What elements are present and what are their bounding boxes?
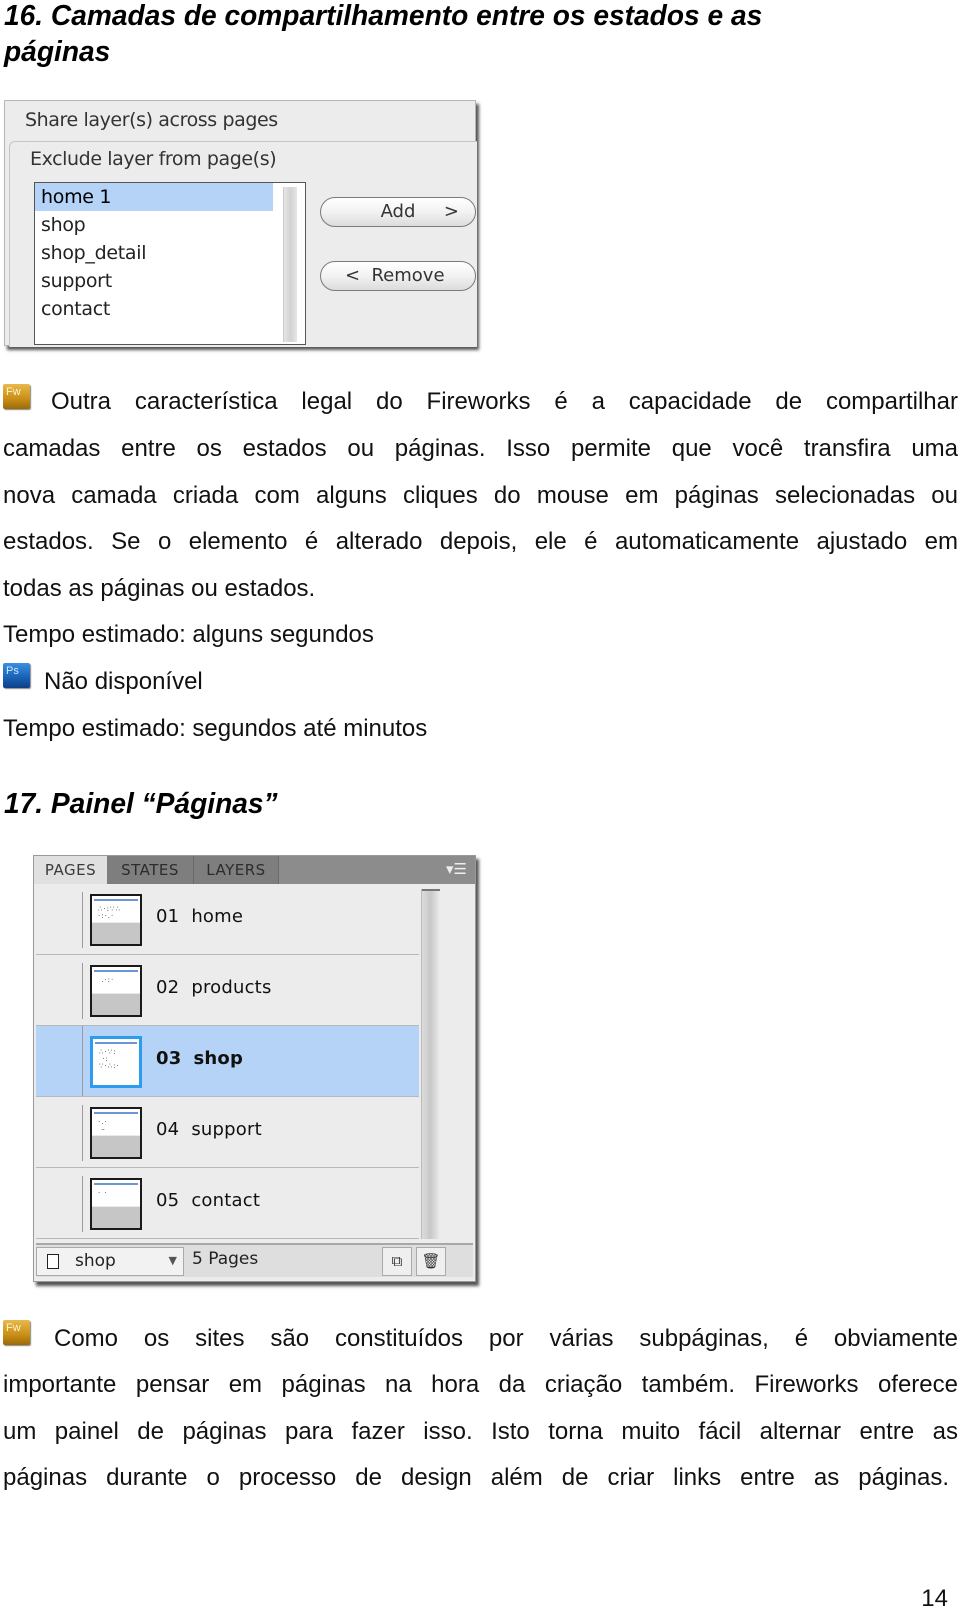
- new-page-button[interactable]: ⧉: [382, 1247, 412, 1276]
- add-button[interactable]: Add >: [320, 197, 476, 227]
- exclude-layer-group: Exclude layer from page(s) home 1 shop s…: [9, 141, 477, 347]
- chevron-down-icon: ▼: [168, 1254, 177, 1267]
- paragraph-16-line-1: Outra característica legal do Fireworks …: [51, 388, 958, 415]
- page-row-shop[interactable]: ∴·∵: ·: ∵·∴:· 03 shop: [36, 1026, 419, 1097]
- page-row-home[interactable]: ∴·:∵∴ ·:·.· 01 home: [36, 884, 419, 955]
- pages-panel: PAGES STATES LAYERS ▾☰ ∴·:∵∴ ·:·.· 01 home…: [33, 855, 476, 1282]
- delete-page-button[interactable]: 🗑: [416, 1247, 446, 1276]
- section-16-heading-line-2: páginas: [4, 36, 111, 68]
- listbox-scrollbar[interactable]: [283, 187, 297, 342]
- fireworks-time-estimate: Tempo estimado: alguns segundos: [3, 621, 374, 648]
- paragraph-17-line-4: páginas durante o processo de design alé…: [3, 1464, 949, 1491]
- listbox-item-shop[interactable]: shop: [35, 211, 273, 239]
- share-layers-title[interactable]: Share layer(s) across pages: [25, 109, 278, 131]
- page-row-label: 03 shop: [156, 1048, 244, 1069]
- page-thumbnail-icon: .·:·: [90, 965, 142, 1017]
- paragraph-17-line-1: Como os sites são constituídos por vária…: [54, 1325, 958, 1352]
- section-17-heading: 17. Painel “Páginas”: [4, 788, 278, 820]
- paragraph-17-line-2: importante pensar em páginas na hora da …: [3, 1371, 958, 1398]
- page-row-contact[interactable]: · · 05 contact: [36, 1168, 419, 1239]
- listbox-item-support[interactable]: support: [35, 267, 273, 295]
- trash-icon: 🗑: [421, 1252, 441, 1270]
- paragraph-16-line-3: nova camada criada com alguns cliques do…: [3, 482, 958, 509]
- photoshop-icon: Ps: [3, 663, 30, 688]
- paragraph-17-line-3: um painel de páginas para fazer isso. Is…: [3, 1418, 958, 1445]
- row-gutter-divider: [82, 1026, 83, 1096]
- page-thumbnail-icon: ·.· –: [90, 1107, 142, 1159]
- remove-button-label: Remove: [371, 265, 445, 286]
- share-layers-dialog: Share layer(s) across pages Exclude laye…: [4, 100, 477, 347]
- page-row-products[interactable]: .·:· 02 products: [36, 955, 419, 1026]
- page-row-label: 04 support: [156, 1119, 262, 1140]
- row-gutter-divider: [82, 963, 83, 1019]
- panel-tab-bar: PAGES STATES LAYERS ▾☰: [34, 856, 475, 884]
- pages-list: ∴·:∵∴ ·:·.· 01 home .·:· 02 products ∴·∵: ·…: [36, 884, 419, 1241]
- current-page-value: shop: [75, 1251, 116, 1271]
- row-gutter-divider: [82, 1176, 83, 1232]
- paragraph-16-line-2: camadas entre os estados ou páginas. Iss…: [3, 435, 958, 462]
- paragraph-16-line-5: todas as páginas ou estados.: [3, 575, 316, 602]
- page-number: 14: [921, 1585, 948, 1612]
- document-icon: [47, 1254, 59, 1269]
- listbox-item-home-1[interactable]: home 1: [35, 183, 273, 211]
- fireworks-icon: Fw: [3, 384, 30, 409]
- row-gutter-divider: [82, 1105, 83, 1161]
- tab-states[interactable]: STATES: [107, 856, 194, 884]
- current-page-dropdown[interactable]: shop ▼: [36, 1247, 184, 1276]
- remove-button[interactable]: < Remove: [320, 261, 476, 291]
- panel-footer: shop ▼ 5 Pages ⧉ 🗑: [36, 1243, 473, 1277]
- fireworks-icon: Fw: [3, 1320, 30, 1345]
- listbox-item-contact[interactable]: contact: [35, 295, 273, 323]
- new-page-icon: ⧉: [391, 1252, 403, 1270]
- tab-pages[interactable]: PAGES: [34, 856, 107, 884]
- photoshop-note: Não disponível: [44, 668, 203, 695]
- paragraph-16-line-4: estados. Se o elemento é alterado depois…: [3, 528, 958, 555]
- page-count: 5 Pages: [192, 1249, 259, 1269]
- page-row-label: 02 products: [156, 977, 272, 998]
- panel-options-menu-icon[interactable]: ▾☰: [446, 860, 467, 878]
- listbox-item-shop-detail[interactable]: shop_detail: [35, 239, 273, 267]
- chevron-right-icon: >: [443, 201, 459, 222]
- tab-layers[interactable]: LAYERS: [194, 856, 279, 884]
- row-gutter-divider: [82, 892, 83, 948]
- photoshop-time-estimate: Tempo estimado: segundos até minutos: [3, 715, 428, 742]
- page-row-label: 01 home: [156, 906, 244, 927]
- page-row-support[interactable]: ·.· – 04 support: [36, 1097, 419, 1168]
- page-row-label: 05 contact: [156, 1190, 261, 1211]
- exclude-layer-label: Exclude layer from page(s): [30, 148, 277, 170]
- pages-listbox[interactable]: home 1 shop shop_detail support contact: [34, 182, 306, 345]
- page-thumbnail-icon: · ·: [90, 1178, 142, 1230]
- page-thumbnail-icon: ∴·:∵∴ ·:·.·: [90, 894, 142, 946]
- pages-scrollbar[interactable]: [421, 889, 440, 1239]
- section-16-heading-line-1: 16. Camadas de compartilhamento entre os…: [4, 0, 763, 32]
- page-thumbnail-icon: ∴·∵: ·: ∵·∴:·: [90, 1036, 142, 1088]
